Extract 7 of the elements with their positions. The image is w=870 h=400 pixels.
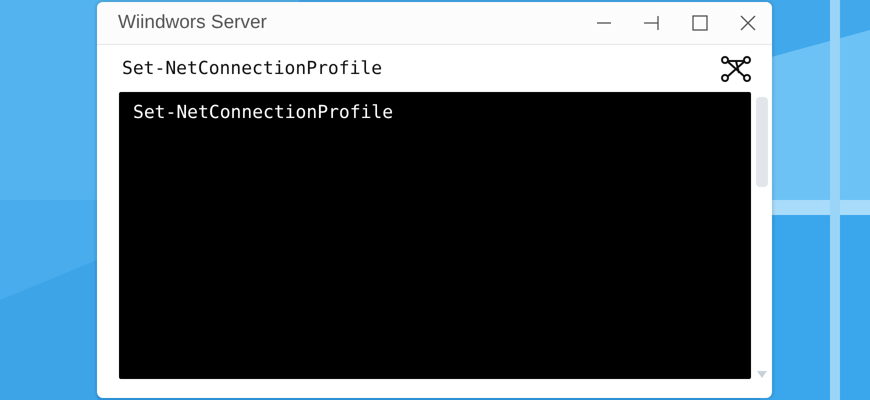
close-icon[interactable] — [738, 13, 758, 33]
command-label: Set-NetConnectionProfile — [122, 58, 382, 79]
console-pane[interactable]: Set-NetConnectionProfile — [119, 92, 751, 379]
console-line: Set-NetConnectionProfile — [133, 102, 394, 123]
network-icon[interactable] — [720, 56, 752, 82]
maximize-icon[interactable] — [690, 13, 710, 33]
window-title: Wiindwors Server — [118, 12, 267, 34]
